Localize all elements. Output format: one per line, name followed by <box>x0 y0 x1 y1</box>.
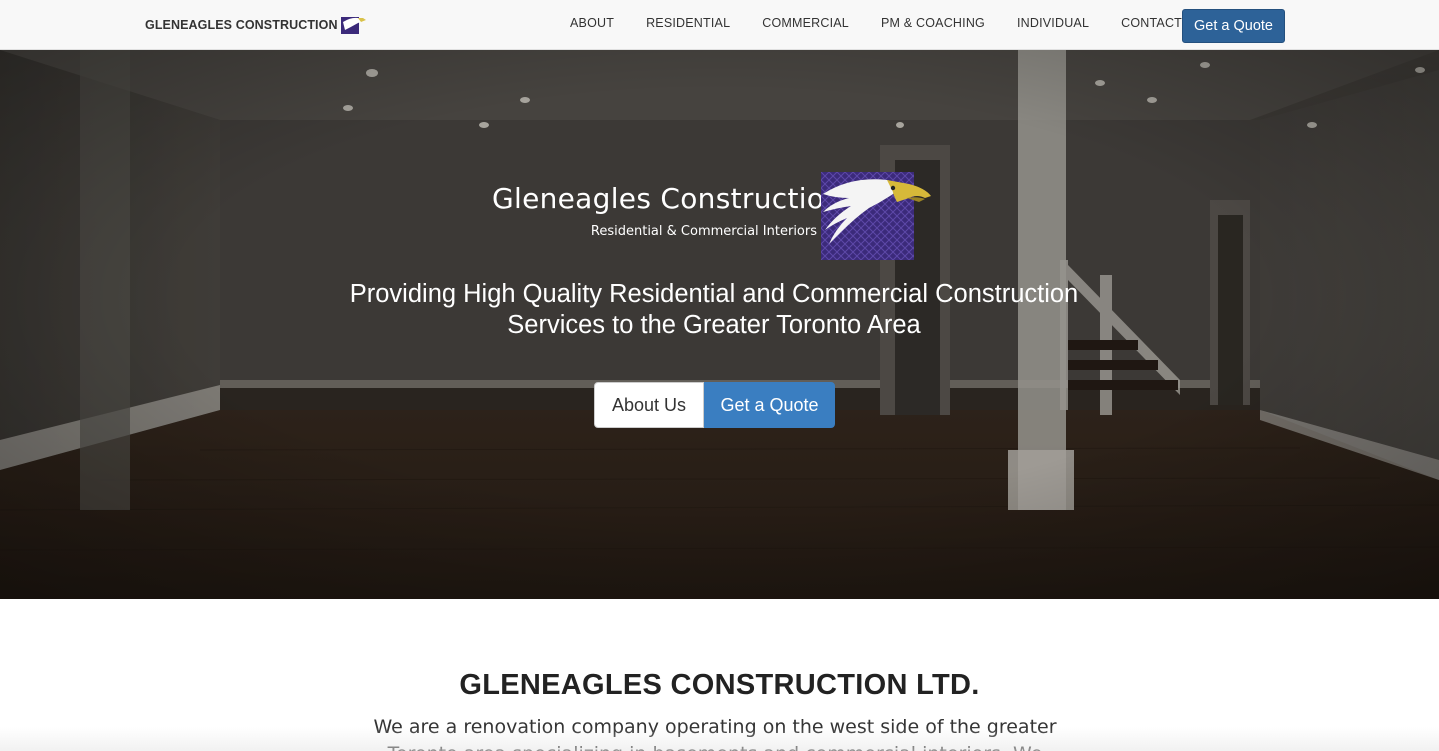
eagle-head-icon <box>821 172 931 260</box>
hero-get-quote-button[interactable]: Get a Quote <box>704 382 835 428</box>
eagle-logo-icon <box>340 17 366 34</box>
hero-company-logo: Gleneagles Construction Residential & Co… <box>492 172 932 262</box>
nav-get-quote-button[interactable]: Get a Quote <box>1182 9 1285 43</box>
hero-section: Gleneagles Construction Residential & Co… <box>0 50 1439 599</box>
nav-pm-coaching[interactable]: PM & COACHING <box>865 0 1001 48</box>
hero-button-group: About Us Get a Quote <box>594 382 835 428</box>
top-navbar: GLENEAGLES CONSTRUCTION ABOUT RESIDENTIA… <box>0 0 1439 50</box>
main-nav: ABOUT RESIDENTIAL COMMERCIAL PM & COACHI… <box>570 0 1198 50</box>
about-heading: GLENEAGLES CONSTRUCTION LTD. <box>459 669 980 701</box>
nav-commercial[interactable]: COMMERCIAL <box>746 0 865 48</box>
brand-name: GLENEAGLES CONSTRUCTION <box>145 18 338 32</box>
nav-individual[interactable]: INDIVIDUAL <box>1001 0 1105 48</box>
hero-tagline-line2: Services to the Greater Toronto Area <box>507 311 921 339</box>
about-section: GLENEAGLES CONSTRUCTION LTD. We are a re… <box>0 599 1439 751</box>
about-body-text: We are a renovation company operating on… <box>373 716 1057 751</box>
hero-logo-name: Gleneagles Construction <box>492 182 843 215</box>
hero-tagline-line1: Providing High Quality Residential and C… <box>349 280 1079 308</box>
about-us-button[interactable]: About Us <box>594 382 704 428</box>
hero-logo-subtitle: Residential & Commercial Interiors <box>590 224 817 239</box>
nav-about[interactable]: ABOUT <box>570 0 630 48</box>
hero-tagline: Providing High Quality Residential and C… <box>300 279 1128 341</box>
nav-residential[interactable]: RESIDENTIAL <box>630 0 746 48</box>
brand-link[interactable]: GLENEAGLES CONSTRUCTION <box>145 12 367 38</box>
